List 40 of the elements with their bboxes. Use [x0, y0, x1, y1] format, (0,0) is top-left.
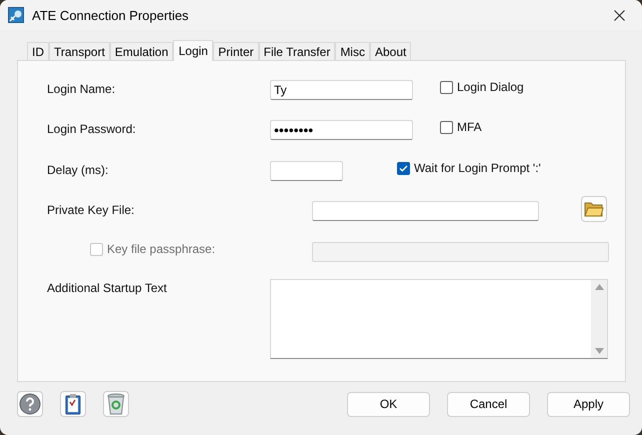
- tab[interactable]: About: [370, 42, 412, 60]
- field-label: Login Password:: [47, 121, 137, 136]
- password-field[interactable]: ••••••••: [270, 120, 413, 140]
- startup-text-area[interactable]: [270, 279, 608, 359]
- scroll-up-icon[interactable]: [594, 284, 604, 290]
- checkmark-icon: [399, 164, 408, 172]
- tab[interactable]: File Transfer: [258, 42, 336, 60]
- delay-field[interactable]: [270, 161, 343, 181]
- tab[interactable]: Emulation: [110, 42, 174, 60]
- checkbox[interactable]: MFA: [440, 120, 482, 134]
- scroll-down-icon[interactable]: [594, 348, 604, 354]
- scrollbar[interactable]: [591, 280, 607, 358]
- tab[interactable]: Transport: [49, 42, 110, 60]
- clipboard-icon: [65, 393, 81, 415]
- passphrase-field[interactable]: [312, 242, 609, 262]
- recycle-bin-button[interactable]: [103, 391, 129, 417]
- tab[interactable]: Login: [173, 40, 214, 61]
- field-label: Private Key File:: [47, 202, 136, 217]
- field-label: Additional Startup Text: [47, 280, 168, 295]
- dialog-button[interactable]: Cancel: [447, 392, 530, 416]
- tab[interactable]: Misc: [335, 42, 370, 60]
- app-icon: [8, 7, 24, 23]
- window-title: ATE Connection Properties: [32, 8, 190, 22]
- private-key-field[interactable]: [312, 201, 539, 221]
- clipboard-button[interactable]: [60, 391, 86, 417]
- login-name-field[interactable]: Ty: [270, 80, 413, 100]
- folder-icon: [584, 201, 604, 217]
- browse-button[interactable]: [581, 196, 607, 222]
- help-button[interactable]: [17, 391, 43, 417]
- help-icon: [19, 393, 41, 415]
- tab[interactable]: Printer: [213, 42, 259, 60]
- close-icon: [614, 10, 624, 20]
- dialog-button[interactable]: Apply: [547, 392, 630, 416]
- field-label: Delay (ms):: [47, 162, 110, 177]
- checkbox[interactable]: Login Dialog: [440, 80, 524, 94]
- recycle-bin-icon: [107, 393, 125, 415]
- field-label: Login Name:: [47, 81, 116, 96]
- tab[interactable]: ID: [27, 42, 49, 60]
- checkbox[interactable]: Wait for Login Prompt ':': [397, 161, 541, 175]
- dialog-button[interactable]: OK: [347, 392, 430, 416]
